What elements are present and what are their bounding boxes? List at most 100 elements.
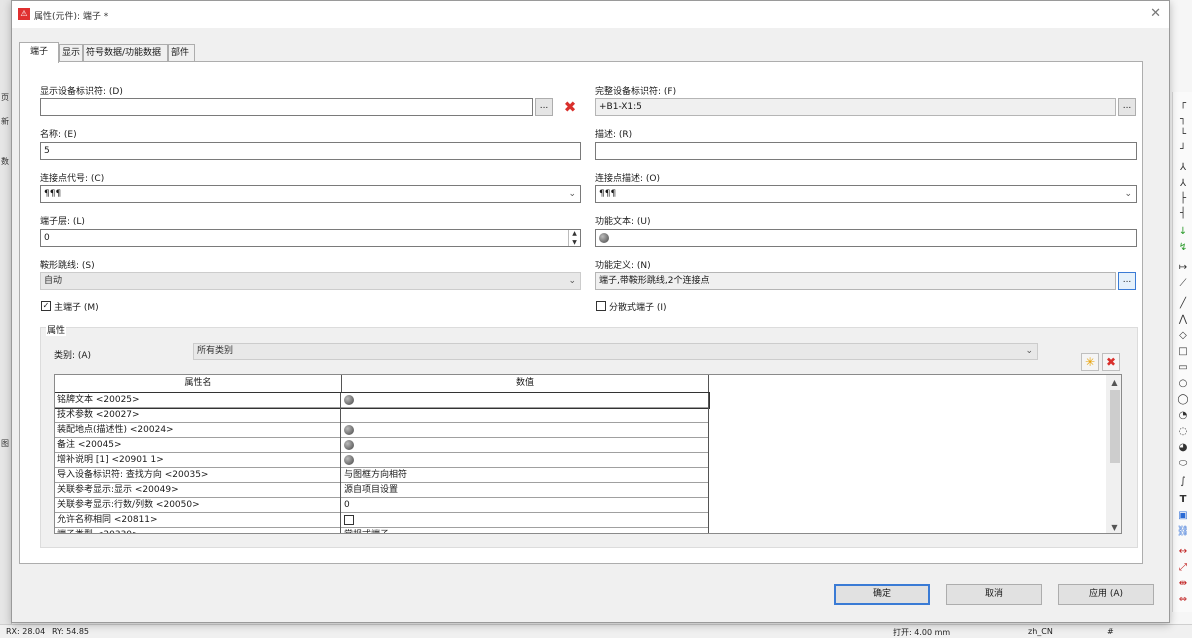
corner-symbol-icon[interactable]: ┐ xyxy=(1176,114,1190,126)
image-tool-icon[interactable]: ▣ xyxy=(1176,510,1190,522)
corner-symbol-icon[interactable]: └ xyxy=(1176,129,1190,141)
circle-tool-icon[interactable]: ○ xyxy=(1176,378,1190,390)
table-row[interactable]: 备注 <20045> xyxy=(55,438,709,453)
table-scrollbar[interactable]: ▲ ▼ xyxy=(1106,375,1121,533)
polyline-tool-icon[interactable]: ⋀ xyxy=(1176,314,1190,326)
ellipse-tool-icon[interactable]: ⬭ xyxy=(1176,458,1190,470)
polygon-tool-icon[interactable]: ◇ xyxy=(1176,330,1190,342)
corner-symbol-icon[interactable]: ┘ xyxy=(1176,144,1190,156)
property-value-cell[interactable] xyxy=(342,438,709,453)
tee-symbol-icon[interactable]: ⅄ xyxy=(1176,178,1190,190)
table-row[interactable]: 关联参考显示:行数/列数 <20050> 0 xyxy=(55,498,709,513)
property-name-cell[interactable]: 增补说明 [1] <20901 1> xyxy=(55,453,341,468)
delete-property-icon[interactable]: ✖ xyxy=(1102,353,1120,371)
table-row[interactable]: 导入设备标识符: 查找方向 <20035> 与图框方向相符 xyxy=(55,468,709,483)
property-value-cell[interactable]: 与图框方向相符 xyxy=(342,468,709,483)
circle-tool-icon[interactable]: ◯ xyxy=(1176,394,1190,406)
rectangle-tool-icon[interactable]: ▭ xyxy=(1176,362,1190,374)
function-def-browse-button[interactable]: ... xyxy=(1118,272,1136,290)
property-value-cell[interactable] xyxy=(342,453,709,468)
dimension-tool-icon[interactable]: ⇔ xyxy=(1176,594,1190,606)
property-value-cell[interactable] xyxy=(342,393,709,408)
table-row[interactable]: 技术参数 <20027> xyxy=(55,408,709,423)
property-value-cell[interactable] xyxy=(342,423,709,438)
tab-parts[interactable]: 部件 xyxy=(168,44,195,62)
description-input[interactable] xyxy=(595,142,1137,160)
category-combobox[interactable]: 所有类别 ⌄ xyxy=(193,343,1038,360)
table-row[interactable]: 铭牌文本 <20025> xyxy=(55,392,710,409)
dimension-tool-icon[interactable]: ↔ xyxy=(1176,546,1190,558)
text-tool-icon[interactable]: T xyxy=(1176,494,1190,506)
scroll-down-icon[interactable]: ▼ xyxy=(1106,520,1121,533)
tab-terminal[interactable]: 端子 xyxy=(19,42,59,63)
property-value-cell[interactable]: 0 xyxy=(342,498,709,513)
property-value-cell[interactable]: 源自项目设置 xyxy=(342,483,709,498)
corner-symbol-icon[interactable]: ┌ xyxy=(1176,98,1190,110)
property-name-cell[interactable]: 关联参考显示:显示 <20049> xyxy=(55,483,341,498)
apply-button[interactable]: 应用 (A) xyxy=(1058,584,1154,605)
dimension-tool-icon[interactable]: ⤢ xyxy=(1176,562,1190,574)
dialog-titlebar: ⚠ 属性(元件): 端子 * ✕ xyxy=(12,1,1169,28)
new-property-icon[interactable]: ✳ xyxy=(1081,353,1099,371)
property-value-cell[interactable] xyxy=(342,513,709,528)
function-text-label: 功能文本: (U) xyxy=(595,217,651,227)
arc-tool-icon[interactable]: ◌ xyxy=(1176,426,1190,438)
spin-up-icon[interactable]: ▲ xyxy=(569,230,580,238)
saddle-jumper-combobox[interactable]: 自动 ⌄ xyxy=(40,272,581,290)
main-terminal-checkbox[interactable]: ✓ xyxy=(41,301,51,311)
property-checkbox[interactable] xyxy=(344,514,354,525)
table-row[interactable]: 关联参考显示:显示 <20049> 源自项目设置 xyxy=(55,483,709,498)
tee-symbol-icon[interactable]: ├ xyxy=(1176,193,1190,205)
property-value-cell[interactable] xyxy=(342,408,709,423)
spin-buttons[interactable]: ▲ ▼ xyxy=(568,230,580,246)
terminal-level-spinbox[interactable]: 0 ▲ ▼ xyxy=(40,229,581,247)
column-header-name[interactable]: 属性名 xyxy=(55,375,342,393)
full-dt-browse-button[interactable]: ... xyxy=(1118,98,1136,116)
line-tool-icon[interactable]: ╱ xyxy=(1176,298,1190,310)
tab-symbol-function-data[interactable]: 符号数据/功能数据 xyxy=(83,44,168,62)
property-name-cell[interactable]: 装配地点(描述性) <20024> xyxy=(55,423,341,438)
display-dt-input[interactable] xyxy=(40,98,533,116)
diagonal-symbol-icon[interactable]: ⟋ xyxy=(1176,278,1190,290)
property-name-cell[interactable]: 技术参数 <20027> xyxy=(55,408,341,423)
table-row[interactable]: 装配地点(描述性) <20024> xyxy=(55,423,709,438)
scroll-thumb[interactable] xyxy=(1110,390,1120,463)
property-name-cell[interactable]: 关联参考显示:行数/列数 <20050> xyxy=(55,498,341,513)
scroll-up-icon[interactable]: ▲ xyxy=(1106,375,1121,390)
function-def-input[interactable]: 端子,带鞍形跳线,2个连接点 xyxy=(595,272,1116,290)
distributed-terminal-checkbox[interactable] xyxy=(596,301,606,311)
function-text-input[interactable] xyxy=(595,229,1137,247)
close-icon[interactable]: ✕ xyxy=(1150,6,1161,21)
property-value-cell[interactable]: 常规式端子 xyxy=(342,528,709,533)
cancel-button[interactable]: 取消 xyxy=(946,584,1042,605)
table-row[interactable]: 增补说明 [1] <20901 1> xyxy=(55,453,709,468)
property-name-cell[interactable]: 端子类型 <20330> xyxy=(55,528,341,533)
arc-tool-icon[interactable]: ◕ xyxy=(1176,442,1190,454)
link-tool-icon[interactable]: ⛓ xyxy=(1176,526,1190,538)
arc-tool-icon[interactable]: ◔ xyxy=(1176,410,1190,422)
arrow-symbol-icon[interactable]: ↯ xyxy=(1176,242,1190,254)
tab-display[interactable]: 显示 xyxy=(59,44,83,62)
arrow-symbol-icon[interactable]: ↓ xyxy=(1176,226,1190,238)
property-name-cell[interactable]: 导入设备标识符: 查找方向 <20035> xyxy=(55,468,341,483)
property-name-cell[interactable]: 备注 <20045> xyxy=(55,438,341,453)
spline-tool-icon[interactable]: ∫ xyxy=(1176,476,1190,488)
rectangle-tool-icon[interactable]: □ xyxy=(1176,346,1190,358)
name-input[interactable]: 5 xyxy=(40,142,581,160)
full-dt-input[interactable]: +B1-X1:5 xyxy=(595,98,1116,116)
spin-down-icon[interactable]: ▼ xyxy=(569,238,580,246)
tee-symbol-icon[interactable]: ┤ xyxy=(1176,208,1190,220)
tee-symbol-icon[interactable]: ⅄ xyxy=(1176,162,1190,174)
table-row[interactable]: 端子类型 <20330>常规式端子 xyxy=(55,528,709,533)
connection-code-combobox[interactable]: ¶¶¶ ⌄ xyxy=(40,185,581,203)
jumper-symbol-icon[interactable]: ↦ xyxy=(1176,262,1190,274)
table-row[interactable]: 允许名称相同 <20811> xyxy=(55,513,709,528)
display-dt-browse-button[interactable]: ... xyxy=(535,98,553,116)
dimension-tool-icon[interactable]: ⇹ xyxy=(1176,578,1190,590)
column-header-value[interactable]: 数值 xyxy=(342,375,709,393)
property-name-cell[interactable]: 允许名称相同 <20811> xyxy=(55,513,341,528)
ok-button[interactable]: 确定 xyxy=(834,584,930,605)
property-name-cell[interactable]: 铭牌文本 <20025> xyxy=(55,393,341,408)
connection-desc-combobox[interactable]: ¶¶¶ ⌄ xyxy=(595,185,1137,203)
display-dt-clear-button[interactable]: ✖ xyxy=(561,98,579,116)
